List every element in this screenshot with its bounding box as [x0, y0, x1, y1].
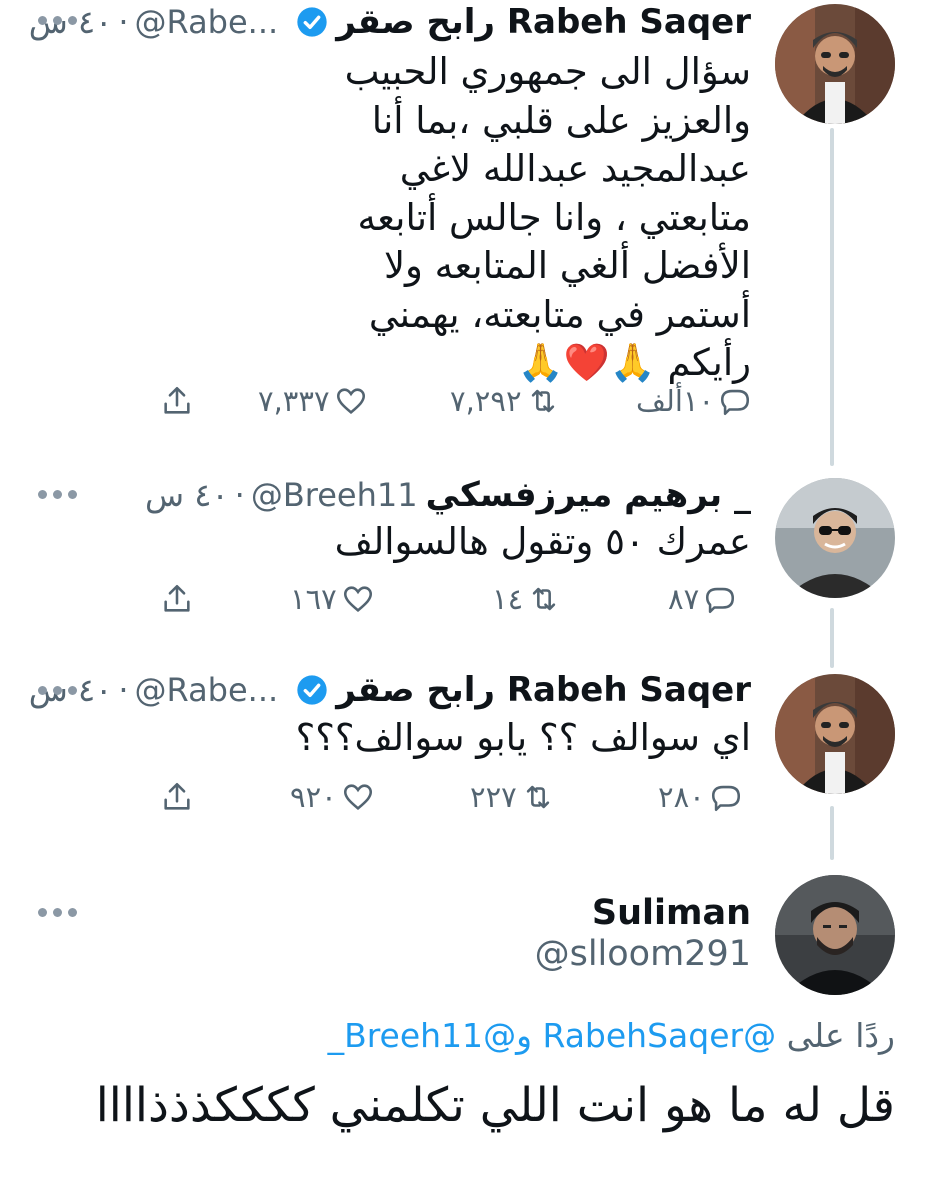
author-name[interactable]: Suliman — [592, 893, 751, 933]
reply-icon — [706, 587, 735, 614]
tweet-text-line: الأفضل ألغي المتابعه ولا — [383, 244, 751, 287]
tweet-thread: رابح صقر Rabeh Saqer @Rabe... · ٤٠ س سؤا… — [0, 0, 933, 1200]
share-icon — [164, 386, 190, 414]
replying-to-label: ردًا على — [786, 1016, 895, 1055]
user-handle[interactable]: @Rabe... — [135, 3, 279, 41]
avatar[interactable] — [775, 4, 895, 124]
avatar[interactable] — [775, 478, 895, 598]
timestamp[interactable]: ٤٠ س — [145, 476, 229, 514]
avatar-image — [775, 875, 895, 995]
more-icon[interactable] — [38, 16, 77, 25]
tweet-text-line: والعزيز على قلبي ،بما أنا — [371, 98, 751, 142]
tweet-text: سؤال الى جمهوري الحبيب والعزيز على قلبي … — [345, 48, 751, 388]
tweet-actions: ٧,٣٣٧ ٧,٢٩٢ ١٠ألف — [150, 384, 763, 424]
avatar[interactable] — [775, 674, 895, 794]
user-handle[interactable]: @Breeh11 — [251, 476, 418, 514]
tweet-header: رابح صقر Rabeh Saqer @Rabe... · ٤٠ س — [29, 0, 751, 44]
avatar[interactable] — [775, 875, 895, 995]
tweet-text: عمرك ٥٠ وتقول هالسوالف — [335, 518, 751, 567]
reply-button[interactable]: ١٠ألف — [636, 384, 752, 418]
more-icon[interactable] — [38, 686, 77, 695]
share-button[interactable] — [160, 582, 194, 616]
retweet-button[interactable]: ٢٢٧ — [470, 780, 555, 814]
tweet-text-line: رأيكم 🙏❤️🙏 — [517, 341, 751, 384]
retweet-icon — [531, 389, 554, 413]
share-button[interactable] — [160, 780, 194, 814]
retweet-button[interactable]: ٧,٢٩٢ — [450, 384, 560, 418]
reply-count: ٢٨٠ — [658, 780, 705, 814]
tweet-text-line: متابعتي ، وانا جالس أتابعه — [357, 195, 751, 239]
avatar-image — [775, 674, 895, 794]
tweet-text-line: اي سوالف ؟؟ يابو سوالف؟؟؟ — [295, 716, 751, 759]
retweet-count: ٢٢٧ — [470, 780, 517, 814]
like-button[interactable]: ١٦٧ — [290, 582, 375, 616]
reply-count: ٨٧ — [668, 582, 700, 616]
mention-link[interactable]: @Breeh11_ — [328, 1016, 517, 1055]
heart-icon — [336, 388, 365, 414]
retweet-count: ٧,٢٩٢ — [450, 384, 522, 418]
thread-connector — [830, 608, 834, 668]
display-name[interactable]: رابح صقر Rabeh Saqer — [336, 670, 751, 710]
tweet-text-line: عمرك ٥٠ وتقول هالسوالف — [334, 520, 751, 563]
heart-icon — [343, 586, 372, 612]
heart-icon — [343, 784, 372, 810]
retweet-button[interactable]: ١٤ — [492, 582, 561, 616]
tweet-actions: ١٦٧ ١٤ ٨٧ — [150, 582, 763, 622]
like-count: ١٦٧ — [290, 582, 337, 616]
more-icon[interactable] — [38, 490, 77, 499]
like-button[interactable]: ٧,٣٣٧ — [258, 384, 368, 418]
like-count: ٩٢٠ — [290, 780, 337, 814]
mention-conjunction: و — [516, 1016, 532, 1055]
retweet-icon — [532, 587, 556, 611]
verified-badge-icon — [297, 675, 327, 705]
author-handle[interactable]: @slloom291 — [535, 934, 751, 974]
tweet-text-line: عبدالمجيد عبدالله لاغي — [399, 147, 751, 190]
reply-button[interactable]: ٢٨٠ — [658, 780, 743, 814]
thread-connector — [830, 806, 834, 860]
replying-to: ردًا على @RabehSaqer و@Breeh11_ — [328, 1016, 895, 1055]
separator-dot: · — [118, 671, 129, 709]
reply-button[interactable]: ٨٧ — [668, 582, 737, 616]
tweet-text-line: أستمر في متابعته، يهمني — [368, 292, 751, 336]
tweet-header: برهيم ميرزفسكي _ @Breeh11 · ٤٠ س — [145, 473, 751, 517]
reply-icon — [711, 785, 740, 812]
retweet-count: ١٤ — [492, 582, 524, 616]
share-icon — [164, 782, 190, 810]
main-tweet-text: قل له ما هو انت اللي تكلمني ككككذذذاااا — [95, 1078, 895, 1133]
user-handle[interactable]: @Rabe... — [135, 671, 279, 709]
tweet-text-line: سؤال الى جمهوري الحبيب — [344, 50, 751, 93]
display-name[interactable]: برهيم ميرزفسكي _ — [426, 475, 751, 515]
like-button[interactable]: ٩٢٠ — [290, 780, 375, 814]
avatar-image — [775, 478, 895, 598]
separator-dot: · — [118, 3, 129, 41]
tweet-actions: ٩٢٠ ٢٢٧ ٢٨٠ — [150, 780, 763, 820]
reply-count: ١٠ألف — [636, 384, 715, 418]
like-count: ٧,٣٣٧ — [258, 384, 330, 418]
retweet-icon — [526, 785, 549, 809]
reply-icon — [721, 389, 750, 416]
more-icon[interactable] — [38, 908, 77, 917]
verified-badge-icon — [297, 7, 327, 37]
mention-link[interactable]: @RabehSaqer — [543, 1016, 777, 1055]
share-button[interactable] — [160, 384, 194, 418]
share-icon — [164, 584, 190, 612]
display-name[interactable]: رابح صقر Rabeh Saqer — [336, 2, 751, 42]
avatar-image — [775, 4, 895, 124]
thread-connector — [830, 128, 834, 466]
tweet-header: رابح صقر Rabeh Saqer @Rabe... · ٤٠ س — [29, 668, 751, 712]
tweet-text: اي سوالف ؟؟ يابو سوالف؟؟؟ — [296, 714, 751, 763]
separator-dot: · — [234, 476, 245, 514]
